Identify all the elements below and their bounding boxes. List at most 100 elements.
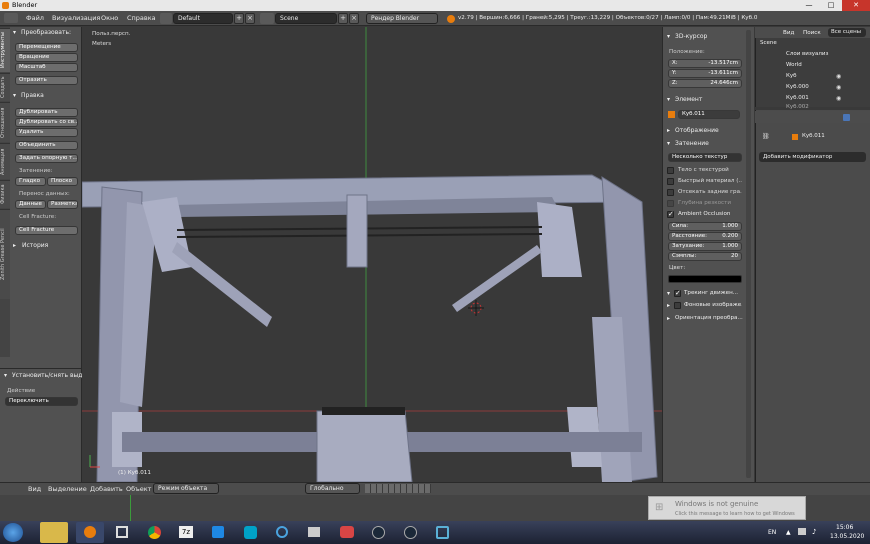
7zip-taskbar-icon[interactable]: 7z: [172, 522, 200, 543]
panel-collapse-icon[interactable]: ▾: [667, 96, 670, 103]
explorer-taskbar-icon[interactable]: [40, 522, 68, 543]
ao-distance-field[interactable]: Расстояние: 0.200: [668, 232, 742, 241]
add-scene-button[interactable]: +: [338, 13, 348, 24]
transform-orientation-title[interactable]: Ориентация преобра...: [675, 315, 745, 321]
delete-button[interactable]: Удалить: [15, 128, 78, 137]
duplicate-linked-button[interactable]: Дублировать со св...: [15, 118, 78, 127]
add-layout-button[interactable]: +: [234, 13, 244, 24]
maximize-button[interactable]: □: [820, 0, 842, 11]
menu-object[interactable]: Объект: [126, 485, 151, 493]
windows-activation-notice[interactable]: ⊞ Windows is not genuine Click this mess…: [648, 496, 806, 520]
object-name-field[interactable]: Куб.011: [678, 110, 740, 119]
panel-collapse-icon[interactable]: ▾: [667, 140, 670, 147]
start-button[interactable]: [3, 523, 23, 542]
tab-create[interactable]: Создать: [0, 73, 10, 101]
cursor-y-field[interactable]: Y: -13.611cm: [668, 69, 742, 78]
outliner-row-world[interactable]: World: [786, 62, 802, 68]
layout-icon[interactable]: [160, 13, 172, 24]
tab-animation[interactable]: Анимация: [0, 143, 10, 179]
blender-taskbar-icon[interactable]: [76, 522, 104, 543]
render-engine-select[interactable]: Рендер Blender: [366, 13, 438, 24]
eye-icon[interactable]: ◉: [836, 84, 841, 91]
menu-add[interactable]: Добавить: [90, 485, 123, 493]
app-taskbar-icon[interactable]: [300, 522, 328, 543]
translate-button[interactable]: Перемещение: [15, 43, 78, 52]
outliner-row-scene[interactable]: Scene: [760, 40, 777, 46]
shade-smooth-button[interactable]: Гладко: [15, 177, 46, 186]
uv-layout-button[interactable]: Разметка: [47, 200, 78, 209]
outliner-row-object[interactable]: Куб: [786, 73, 797, 79]
outliner-row-object[interactable]: Куб.000: [786, 84, 809, 90]
outliner-view-menu[interactable]: Вид: [783, 30, 794, 36]
duplicate-button[interactable]: Дублировать: [15, 108, 78, 117]
mode-select[interactable]: Режим объекта: [153, 483, 219, 494]
motion-tracking-checkbox[interactable]: [674, 289, 681, 297]
panel-collapse-icon[interactable]: ▾: [4, 372, 7, 379]
rotate-button[interactable]: Вращение: [15, 53, 78, 62]
npanel-scrollbar[interactable]: [746, 30, 751, 478]
tab-tools[interactable]: Инструменты: [0, 28, 10, 72]
bg-images-checkbox[interactable]: [674, 302, 681, 309]
scale-button[interactable]: Масштаб: [15, 63, 78, 72]
panel-expand-icon[interactable]: ▸: [667, 315, 670, 322]
transform-panel-title[interactable]: Преобразовать:: [21, 29, 81, 36]
network-icon[interactable]: [798, 528, 806, 535]
matcap-checkbox[interactable]: [667, 178, 674, 185]
operator-panel-title[interactable]: Установить/снять выд: [12, 372, 82, 379]
minimize-button[interactable]: —: [798, 0, 820, 11]
volume-icon[interactable]: ♪: [812, 528, 816, 536]
menu-render[interactable]: Визуализация: [52, 14, 100, 22]
ao-strength-field[interactable]: Сила: 1.000: [668, 222, 742, 231]
eye-icon[interactable]: ◉: [836, 95, 841, 102]
editor-type-icon[interactable]: [4, 13, 18, 23]
mirror-button[interactable]: Отразить: [15, 76, 78, 85]
add-modifier-select[interactable]: Добавить модификатор: [759, 152, 866, 162]
ao-checkbox[interactable]: [667, 210, 674, 218]
clock-time[interactable]: 15:06: [836, 524, 853, 531]
clock-date[interactable]: 13.05.2020: [830, 533, 864, 540]
app-taskbar-icon[interactable]: [204, 522, 232, 543]
3d-cursor-panel-title[interactable]: 3D-курсор: [675, 33, 707, 40]
menu-help[interactable]: Справка: [127, 14, 156, 22]
tab-grease-pencil[interactable]: Zenith Grease Pencil: [0, 209, 10, 299]
cell-fracture-button[interactable]: Cell Fracture: [15, 226, 78, 235]
panel-collapse-icon[interactable]: ▾: [13, 92, 16, 99]
chrome-taskbar-icon[interactable]: [140, 522, 168, 543]
outliner-row-render-layers[interactable]: Слои визуализ: [786, 51, 828, 57]
panel-expand-icon[interactable]: ▸: [13, 242, 16, 249]
action-select[interactable]: Переключить: [5, 397, 78, 406]
outliner-row-object[interactable]: Куб.001: [786, 95, 809, 101]
shading-panel-title[interactable]: Затенение: [675, 140, 709, 147]
eye-icon[interactable]: ◉: [836, 73, 841, 80]
panel-collapse-icon[interactable]: ▾: [667, 290, 670, 297]
steam-taskbar-icon[interactable]: [396, 522, 424, 543]
cursor-x-field[interactable]: X: -13.517cm: [668, 59, 742, 68]
set-origin-button[interactable]: Задать опорную т...: [15, 154, 78, 163]
backface-checkbox[interactable]: [667, 189, 674, 196]
ao-samples-field[interactable]: Сэмплы: 20: [668, 252, 742, 261]
menu-select[interactable]: Выделение: [48, 485, 87, 493]
steam-taskbar-icon[interactable]: [364, 522, 392, 543]
tray-arrow-icon[interactable]: ▲: [786, 529, 791, 536]
app-taskbar-icon[interactable]: [428, 522, 456, 543]
unity-taskbar-icon[interactable]: [108, 522, 136, 543]
panel-collapse-icon[interactable]: ▾: [13, 29, 16, 36]
textured-solid-checkbox[interactable]: [667, 167, 674, 174]
history-panel-title[interactable]: История: [22, 242, 48, 249]
join-button[interactable]: Объединить: [15, 141, 78, 150]
tab-physics[interactable]: Физика: [0, 180, 10, 208]
panel-collapse-icon[interactable]: ▾: [667, 33, 670, 40]
orientation-select[interactable]: Глобально: [305, 483, 360, 494]
shade-flat-button[interactable]: Плоско: [47, 177, 78, 186]
language-indicator[interactable]: EN: [768, 529, 776, 536]
edit-panel-title[interactable]: Правка: [21, 92, 44, 99]
data-transfer-button[interactable]: Данные: [15, 200, 46, 209]
menu-window[interactable]: Окно: [101, 14, 118, 22]
shading-mode-select[interactable]: Несколько текстур: [668, 153, 742, 162]
remove-layout-button[interactable]: ×: [245, 13, 255, 24]
app-taskbar-icon[interactable]: [268, 522, 296, 543]
wrench-icon[interactable]: [843, 114, 850, 121]
layout-select[interactable]: Default: [173, 13, 233, 24]
close-button[interactable]: ✕: [842, 0, 870, 11]
outliner-display-mode-select[interactable]: Все сцены: [828, 28, 866, 37]
